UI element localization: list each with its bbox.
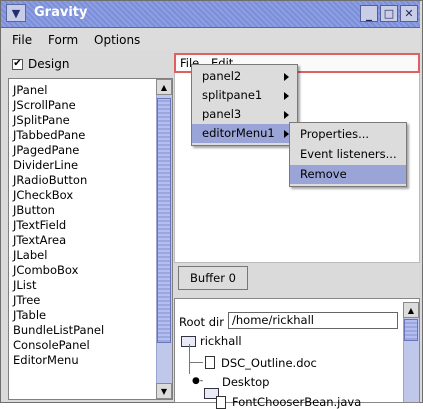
tree-node-desktop[interactable]: Desktop [222, 375, 269, 389]
list-item[interactable]: JTable [13, 308, 46, 322]
scroll-up-arrow-icon[interactable]: ▲ [403, 302, 419, 318]
popup-item-panel3[interactable]: panel3 [192, 105, 297, 124]
list-item[interactable]: JComboBox [13, 263, 78, 277]
scroll-down-arrow-icon[interactable]: ▼ [156, 383, 172, 399]
submenu-remove[interactable]: Remove [290, 165, 406, 184]
popup-item-editormenu1[interactable]: editorMenu1 [192, 124, 297, 143]
popup-item-label: panel3 [202, 107, 242, 121]
tree-node-rickhall[interactable]: rickhall [200, 334, 242, 348]
root-dir-label: Root dir [179, 315, 224, 329]
scroll-up-arrow-icon[interactable]: ▲ [156, 79, 172, 95]
expand-toggle-icon[interactable]: ●- [192, 376, 203, 386]
list-item[interactable]: JPanel [13, 83, 47, 97]
menu-form[interactable]: Form [48, 33, 78, 47]
list-item[interactable]: EditorMenu [13, 353, 79, 367]
list-item[interactable]: JPagedPane [13, 143, 79, 157]
list-item[interactable]: JCheckBox [13, 188, 73, 202]
list-item[interactable]: JSplitPane [13, 113, 70, 127]
root-dir-input[interactable]: /home/rickhall [228, 312, 398, 329]
popup-item-label: editorMenu1 [202, 126, 275, 140]
close-button[interactable]: ✕ [400, 5, 418, 22]
scrollbar-thumb[interactable] [404, 319, 418, 341]
design-label: Design [28, 57, 70, 71]
tree-line [189, 362, 203, 363]
minimize-button[interactable]: _ [360, 5, 378, 22]
list-item[interactable]: JTree [13, 293, 40, 307]
popup-item-label: splitpane1 [202, 88, 263, 102]
buffer-button[interactable]: Buffer 0 [178, 266, 248, 290]
list-item[interactable]: ConsolePanel [13, 338, 90, 352]
list-item[interactable]: JList [13, 278, 37, 292]
scrollbar-thumb[interactable] [157, 98, 171, 343]
list-item[interactable]: BundleListPanel [13, 323, 104, 337]
submenu-properties[interactable]: Properties... [290, 125, 406, 144]
list-item[interactable]: JLabel [13, 248, 47, 262]
list-item[interactable]: JTextField [13, 218, 66, 232]
tree-line [189, 344, 190, 374]
menu-file[interactable]: File [12, 33, 32, 47]
submenu-arrow-icon [284, 73, 289, 81]
design-checkbox[interactable]: ✔ [12, 58, 23, 70]
submenu-arrow-icon [284, 92, 289, 100]
tree-node-file[interactable]: FontChooserBean.java [232, 395, 361, 409]
submenu-arrow-icon [284, 111, 289, 119]
list-item[interactable]: JButton [13, 203, 55, 217]
window-title: Gravity [34, 5, 88, 20]
list-item[interactable]: JTabbedPane [13, 128, 85, 142]
tree-node-file[interactable]: DSC_Outline.doc [221, 356, 317, 370]
list-item[interactable]: JTextArea [13, 233, 66, 247]
list-item[interactable]: JScrollPane [13, 98, 76, 112]
popup-item-panel2[interactable]: panel2 [192, 67, 297, 86]
popup-item-label: panel2 [202, 69, 242, 83]
editor-submenu: Properties... Event listeners... Remove [289, 122, 407, 187]
component-popup-menu: panel2 splitpane1 panel3 editorMenu1 [191, 64, 298, 146]
document-icon [205, 356, 215, 369]
maximize-button[interactable]: □ [380, 5, 398, 22]
list-item[interactable]: DividerLine [13, 158, 78, 172]
menu-options[interactable]: Options [94, 33, 140, 47]
component-list[interactable]: JPanel JScrollPane JSplitPane JTabbedPan… [8, 78, 173, 400]
design-toggle[interactable]: ✔ Design [12, 57, 69, 71]
list-item[interactable]: JRadioButton [13, 173, 87, 187]
popup-item-splitpane1[interactable]: splitpane1 [192, 86, 297, 105]
system-menu-chevron-icon[interactable]: ▼ [6, 4, 26, 22]
submenu-event-listeners[interactable]: Event listeners... [290, 145, 406, 164]
